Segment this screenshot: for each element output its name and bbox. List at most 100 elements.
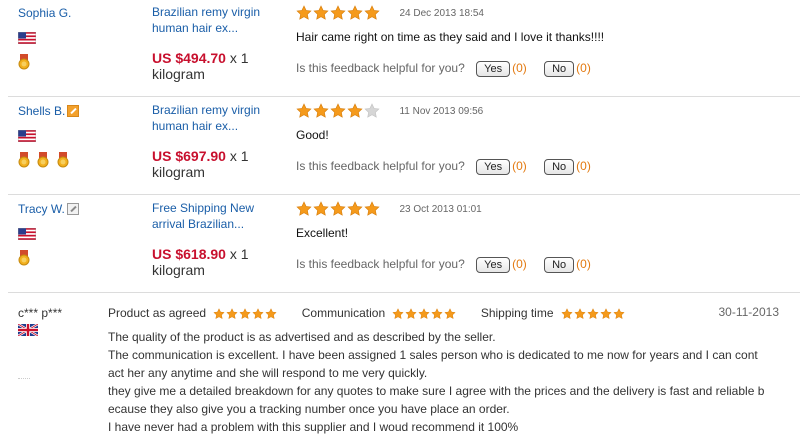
unit: kilogram <box>152 164 205 180</box>
star-icon <box>313 200 329 216</box>
medal-icon <box>18 152 30 173</box>
star-icon <box>347 102 363 118</box>
no-count: (0) <box>576 257 591 272</box>
divider <box>18 378 30 382</box>
reviewer-name[interactable]: Sophia G. <box>18 6 71 20</box>
review-item: Sophia G. Brazilian remy virgin human ha… <box>8 0 800 97</box>
yes-count: (0) <box>512 159 527 174</box>
reviewer-name: c*** p*** <box>18 306 63 320</box>
unit: kilogram <box>152 66 205 82</box>
review-line: ecause they also give you a tracking num… <box>108 402 510 416</box>
star-icon <box>431 307 444 319</box>
product-name-line1: Brazilian remy virgin <box>152 5 261 19</box>
unit: kilogram <box>152 262 205 278</box>
star-icon <box>330 102 346 118</box>
star-icon <box>226 307 239 319</box>
no-button[interactable]: No <box>544 257 575 274</box>
review-line: act her any anytime and she will respond… <box>108 366 428 380</box>
star-rating <box>392 306 457 320</box>
yes-button[interactable]: Yes <box>476 257 511 274</box>
quantity: x 1 <box>229 148 249 164</box>
review-body: The quality of the product is as adverti… <box>108 328 788 436</box>
star-icon <box>296 4 312 20</box>
star-icon <box>330 4 346 20</box>
medal-icon <box>37 152 49 173</box>
seller-feedback-item: c*** p*** Product as agreed Communicatio… <box>8 292 800 439</box>
detailed-ratings: Product as agreed Communication Shipping… <box>108 305 626 320</box>
price-line: US $697.90 x 1 kilogram <box>152 148 287 180</box>
quantity: x 1 <box>229 246 249 262</box>
helpful-prompt: Is this feedback helpful for you? Yes (0)… <box>296 158 796 176</box>
star-icon <box>330 200 346 216</box>
star-icon <box>296 200 312 216</box>
uk-flag-icon <box>18 324 38 336</box>
star-icon <box>587 307 599 319</box>
star-icon <box>347 200 363 216</box>
helpful-question: Is this feedback helpful for you? <box>296 61 465 76</box>
price: US $697.90 <box>152 148 226 164</box>
edit-badge-icon <box>67 104 80 117</box>
product-name-line2: human hair ex... <box>152 119 239 133</box>
no-button[interactable]: No <box>544 159 575 176</box>
feedback: 23 Oct 2013 01:01 Excellent! Is this fee… <box>296 200 796 274</box>
product-link[interactable]: Free Shipping New arrival Brazilian... <box>152 200 282 232</box>
star-icon <box>364 200 380 216</box>
medals <box>18 54 138 70</box>
yes-count: (0) <box>512 61 527 76</box>
no-count: (0) <box>576 159 591 174</box>
product-name-line2: human hair ex... <box>152 21 239 35</box>
star-rating <box>213 306 278 320</box>
feedback: 24 Dec 2013 18:54 Hair came right on tim… <box>296 4 796 78</box>
no-count: (0) <box>576 61 591 76</box>
helpful-prompt: Is this feedback helpful for you? Yes (0)… <box>296 60 796 78</box>
yes-count: (0) <box>512 257 527 272</box>
feedback: 11 Nov 2013 09:56 Good! Is this feedback… <box>296 102 796 176</box>
rating-label: Communication <box>301 305 386 320</box>
review-line: I have never had a problem with this sup… <box>108 420 519 434</box>
product-link[interactable]: Brazilian remy virgin human hair ex... <box>152 102 282 134</box>
reviewer-info: Shells B. <box>18 102 138 168</box>
star-icon <box>561 307 573 319</box>
review-item: Shells B. Brazilian remy virgin human ha… <box>8 98 800 195</box>
quantity: x 1 <box>229 50 249 66</box>
star-icon <box>405 307 418 319</box>
star-icon <box>444 307 457 319</box>
reviewer-info: Tracy W. <box>18 200 138 266</box>
star-icon <box>313 4 329 20</box>
review-line: The quality of the product is as adverti… <box>108 330 496 344</box>
product-name-line1: Brazilian remy virgin <box>152 103 261 117</box>
product-name-line2: arrival Brazilian... <box>152 217 245 231</box>
yes-button[interactable]: Yes <box>476 159 511 176</box>
star-icon <box>296 102 312 118</box>
review-comment: Good! <box>296 128 329 143</box>
star-icon <box>265 307 278 319</box>
review-date: 11 Nov 2013 09:56 <box>399 105 484 117</box>
star-icon <box>418 307 431 319</box>
star-icon <box>613 307 625 319</box>
product-link[interactable]: Brazilian remy virgin human hair ex... <box>152 4 282 36</box>
medal-icon <box>18 54 30 75</box>
star-icon <box>364 102 380 118</box>
product-info: Free Shipping New arrival Brazilian... U… <box>152 200 287 278</box>
star-icon <box>239 307 252 319</box>
star-icon <box>252 307 265 319</box>
helpful-question: Is this feedback helpful for you? <box>296 257 465 272</box>
rating-label: Shipping time <box>480 305 554 320</box>
medals <box>18 250 138 266</box>
medals <box>18 152 138 168</box>
yes-button[interactable]: Yes <box>476 61 511 78</box>
price-line: US $494.70 x 1 kilogram <box>152 50 287 82</box>
no-button[interactable]: No <box>544 61 575 78</box>
reviewer-name[interactable]: Shells B. <box>18 104 65 118</box>
review-date: 24 Dec 2013 18:54 <box>399 7 484 19</box>
product-info: Brazilian remy virgin human hair ex... U… <box>152 4 287 82</box>
star-rating <box>296 102 381 120</box>
us-flag-icon <box>18 228 36 240</box>
star-icon <box>213 307 226 319</box>
review-line: they give me a detailed breakdown for an… <box>108 384 765 398</box>
review-item: Tracy W. Free Shipping New arrival Brazi… <box>8 196 800 293</box>
review-line: The communication is excellent. I have b… <box>108 348 758 362</box>
star-icon <box>313 102 329 118</box>
us-flag-icon <box>18 32 36 44</box>
reviewer-name[interactable]: Tracy W. <box>18 202 65 216</box>
